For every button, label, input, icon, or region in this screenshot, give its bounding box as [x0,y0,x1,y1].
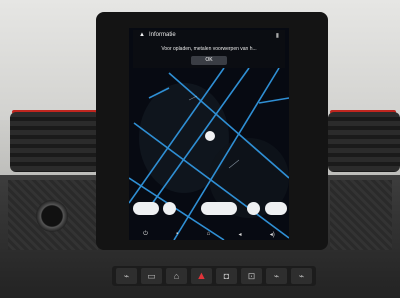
power-icon[interactable]: ⏻ [143,231,148,238]
lock-button[interactable]: ◘ [216,268,237,284]
widget-pill-3[interactable] [265,202,287,215]
infotainment-screen: ▲ Informatie ▮ Voor opladen, metalen voo… [129,28,289,240]
volume-up-icon[interactable]: ◂) [270,231,275,238]
home-icon[interactable]: ⌂ [207,231,211,237]
fan-button[interactable]: ⌁ [291,268,312,284]
hardware-button-row: ⌁ ▭ ⌂ ▲ ◘ ⊡ ⌁ ⌁ [112,266,316,286]
notification-message: Voor opladen, metalen voorwerpen van h..… [161,46,257,52]
ok-button[interactable]: OK [191,56,227,65]
camera-button[interactable]: ▭ [141,268,162,284]
warning-triangle-icon: ▲ [139,32,145,38]
widget-pill-2[interactable] [201,202,237,215]
widget-pill-1[interactable] [133,202,159,215]
start-stop-button[interactable] [36,200,68,232]
battery-icon: ▮ [275,33,279,39]
info-notification: ▲ Informatie ▮ Voor opladen, metalen voo… [133,30,285,68]
menu-icon[interactable]: ▪ [176,231,178,237]
carbon-trim-right [330,180,392,250]
widget-dot-1[interactable] [163,202,176,215]
eco-button[interactable]: ⌁ [116,268,137,284]
defrost-button[interactable]: ⌁ [266,268,287,284]
hazard-button[interactable]: ▲ [191,268,212,284]
widget-dot-2[interactable] [247,202,260,215]
nav-bar: ⏻ ▪ ⌂ ◂ ◂) [129,228,289,240]
volume-down-icon[interactable]: ◂ [239,231,242,238]
location-marker [205,131,215,141]
lane-assist-button[interactable]: ⌂ [166,268,187,284]
notification-title: Informatie [149,32,176,38]
parking-button[interactable]: ⊡ [241,268,262,284]
air-vent-right [328,112,400,172]
air-vent-left [10,112,100,172]
